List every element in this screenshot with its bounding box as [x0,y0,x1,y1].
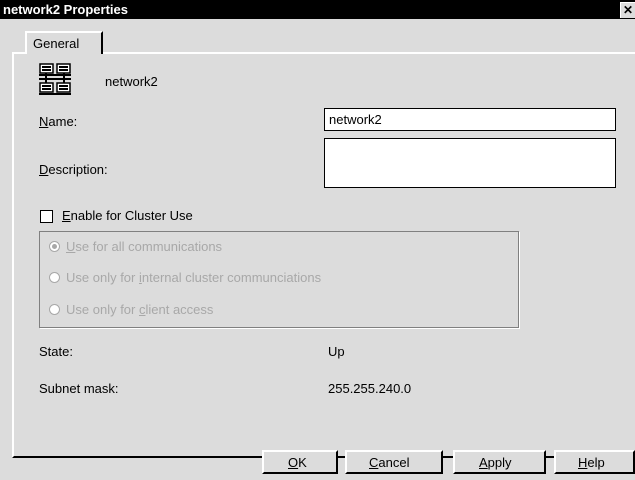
subnet-value: 255.255.240.0 [328,381,412,396]
properties-dialog: network2 Properties ✕ General network2 N… [0,0,635,480]
network-name: network2 [105,74,158,89]
ok-button[interactable]: OK [262,450,338,474]
state-label: State: [39,344,73,359]
title-bar: network2 Properties ✕ [0,0,635,19]
radio-unselected-icon [49,272,60,283]
description-input[interactable] [324,138,616,188]
description-label: Description: [39,162,108,177]
name-input[interactable]: network2 [324,108,616,131]
help-button[interactable]: Help [554,450,635,474]
radio-unselected-icon [49,304,60,315]
window-title: network2 Properties [3,2,128,17]
name-label: Name: [39,114,78,129]
radio-all-communications[interactable]: Use for all communications [49,239,222,254]
radio-internal-only[interactable]: Use only for internal cluster communciat… [49,270,321,285]
cluster-checkbox-label[interactable]: Enable for Cluster Use [62,208,193,223]
cluster-use-group: Use for all communications Use only for … [39,231,519,328]
cancel-button[interactable]: Cancel [345,450,443,474]
cluster-checkbox[interactable] [40,210,53,223]
close-icon[interactable]: ✕ [620,2,635,18]
radio-client-access[interactable]: Use only for client access [49,302,213,317]
state-value: Up [328,344,345,359]
tab-general[interactable]: General [25,31,103,54]
tab-general-label: General [33,36,80,51]
network-icon [39,63,71,95]
apply-button[interactable]: Apply [453,450,546,474]
radio-selected-icon [49,241,60,252]
subnet-label: Subnet mask: [39,381,119,396]
